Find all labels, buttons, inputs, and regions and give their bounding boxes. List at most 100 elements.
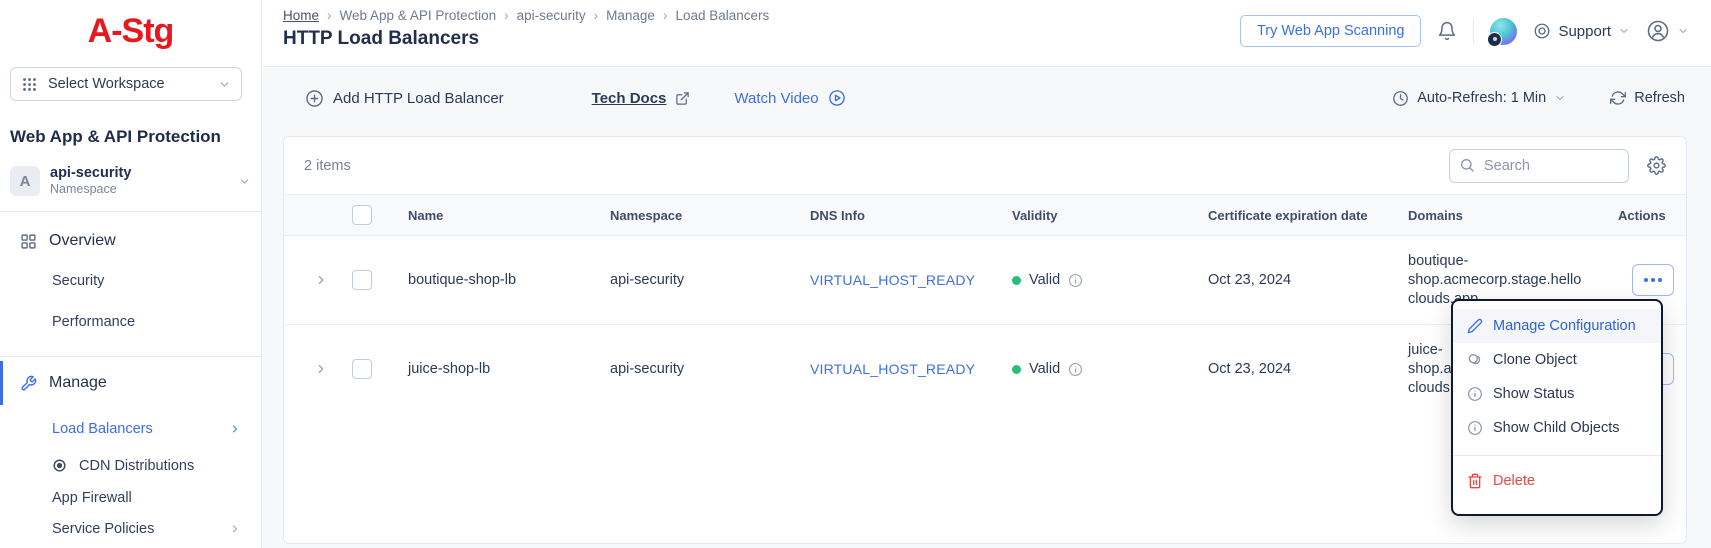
external-link-icon <box>675 91 690 106</box>
menu-item-show-status[interactable]: Show Status <box>1453 377 1661 411</box>
sidebar-item-load-balancers[interactable]: Load Balancers <box>0 409 261 449</box>
row-expander-icon[interactable] <box>314 273 352 287</box>
row-actions-context-menu: Manage Configuration Clone Object Show S… <box>1451 299 1663 516</box>
wrench-icon <box>20 375 37 392</box>
breadcrumb-item[interactable]: Load Balancers <box>675 8 769 23</box>
tech-docs-link[interactable]: Tech Docs <box>592 90 691 107</box>
search-icon <box>1459 157 1475 173</box>
refresh-button[interactable]: Refresh <box>1610 90 1685 106</box>
cell-dns-info-link[interactable]: VIRTUAL_HOST_READY <box>810 272 1012 288</box>
cell-validity: Valid <box>1012 272 1208 288</box>
cell-cert-expiration: Oct 23, 2024 <box>1208 272 1292 288</box>
clock-icon <box>1392 90 1409 107</box>
info-icon <box>1467 386 1483 402</box>
header-actions: Try Web App Scanning Support <box>1239 14 1689 48</box>
watch-video-label: Watch Video <box>734 89 819 107</box>
watch-video-link[interactable]: Watch Video <box>734 89 845 107</box>
namespace-avatar: A <box>10 166 40 196</box>
sidebar-item-performance[interactable]: Performance <box>0 301 261 342</box>
cell-namespace: api-security <box>610 361 685 377</box>
validity-label: Valid <box>1029 361 1061 377</box>
sidebar-divider <box>0 211 261 212</box>
menu-item-delete[interactable]: Delete <box>1453 464 1661 498</box>
sidebar-item-overview[interactable]: Overview <box>0 222 261 260</box>
menu-item-label: Delete <box>1493 473 1535 489</box>
breadcrumb-separator: › <box>593 8 599 23</box>
user-menu[interactable] <box>1646 19 1689 43</box>
cell-dns-info-link[interactable]: VIRTUAL_HOST_READY <box>810 361 1012 377</box>
sidebar-item-service-policies[interactable]: Service Policies <box>0 514 261 544</box>
workspace-sphere-icon[interactable] <box>1487 17 1518 47</box>
column-header-namespace[interactable]: Namespace <box>610 208 810 223</box>
refresh-icon <box>1610 90 1627 106</box>
breadcrumb-separator: › <box>504 8 509 23</box>
support-label: Support <box>1558 22 1611 40</box>
sphere-badge <box>1487 31 1503 47</box>
menu-item-show-child-objects[interactable]: Show Child Objects <box>1453 411 1661 445</box>
refresh-label: Refresh <box>1634 90 1685 106</box>
workspace-title: Web App & API Protection <box>10 127 221 146</box>
row-checkbox[interactable] <box>352 270 372 290</box>
column-header-actions: Actions <box>1618 207 1666 223</box>
add-button-label: Add HTTP Load Balancer <box>333 89 504 107</box>
menu-divider <box>1453 455 1661 456</box>
column-header-cert-expiration[interactable]: Certificate expiration date <box>1208 208 1408 223</box>
breadcrumb: Home › Web App & API Protection › api-se… <box>283 8 769 23</box>
breadcrumb-item[interactable]: Manage <box>606 8 655 23</box>
add-http-load-balancer-button[interactable]: Add HTTP Load Balancer <box>305 89 504 108</box>
column-header-name[interactable]: Name <box>408 208 610 223</box>
chevron-down-icon <box>238 175 251 188</box>
workspace-selector-label: Select Workspace <box>48 76 165 92</box>
toolbar: Add HTTP Load Balancer Tech Docs Watch V… <box>263 67 1711 129</box>
app-root: A-Stg Select Workspace Web App & API Pro… <box>0 0 1711 548</box>
sidebar-item-security[interactable]: Security <box>0 260 261 301</box>
active-section-indicator <box>0 361 3 405</box>
sidebar: A-Stg Select Workspace Web App & API Pro… <box>0 0 262 548</box>
items-count: 2 items <box>304 157 351 174</box>
gear-icon[interactable] <box>1647 156 1666 175</box>
chevron-right-icon <box>229 423 241 435</box>
row-actions-button[interactable] <box>1632 264 1674 296</box>
row-expander-icon[interactable] <box>314 362 352 376</box>
breadcrumb-item[interactable]: Web App & API Protection <box>340 8 497 23</box>
breadcrumb-item[interactable]: api-security <box>517 8 586 23</box>
sidebar-item-app-firewall[interactable]: App Firewall <box>0 482 261 514</box>
menu-item-label: Clone Object <box>1493 352 1577 368</box>
chevron-down-icon <box>1677 25 1689 37</box>
sidebar-nav: Overview Security Performance Manage Loa… <box>0 222 261 548</box>
menu-item-label: Show Status <box>1493 386 1575 402</box>
cell-validity: Valid <box>1012 361 1208 377</box>
cdn-icon <box>52 458 67 473</box>
try-web-app-scanning-button[interactable]: Try Web App Scanning <box>1239 15 1422 47</box>
breadcrumb-home[interactable]: Home <box>283 8 319 23</box>
sidebar-item-rate-limiter-policies[interactable]: Rate Limiter Policies <box>0 544 261 548</box>
column-header-dns-info[interactable]: DNS Info <box>810 208 1012 223</box>
menu-item-clone-object[interactable]: Clone Object <box>1453 343 1661 377</box>
header-divider <box>1473 19 1475 43</box>
menu-item-manage-configuration[interactable]: Manage Configuration <box>1453 309 1661 343</box>
info-icon[interactable] <box>1068 273 1083 288</box>
row-checkbox[interactable] <box>352 359 372 379</box>
sidebar-item-label: App Firewall <box>52 490 132 506</box>
search-input[interactable] <box>1449 148 1629 183</box>
valid-status-dot <box>1012 275 1021 285</box>
cell-name: juice-shop-lb <box>408 361 491 377</box>
pencil-icon <box>1467 318 1483 334</box>
column-header-domains[interactable]: Domains <box>1408 208 1618 223</box>
sidebar-item-manage[interactable]: Manage <box>0 357 261 409</box>
user-avatar-icon <box>1646 19 1670 43</box>
auto-refresh-dropdown[interactable]: Auto-Refresh: 1 Min <box>1392 90 1566 107</box>
info-icon[interactable] <box>1068 362 1083 377</box>
workspace-selector[interactable]: Select Workspace <box>10 67 242 101</box>
support-menu[interactable]: Support <box>1533 22 1630 40</box>
sidebar-item-label: Load Balancers <box>52 421 153 437</box>
support-icon <box>1533 22 1551 40</box>
namespace-sublabel: Namespace <box>50 182 117 196</box>
namespace-selector[interactable]: A api-security Namespace <box>10 165 251 197</box>
select-all-checkbox[interactable] <box>352 205 372 225</box>
page-header: Home › Web App & API Protection › api-se… <box>263 0 1711 67</box>
sidebar-item-cdn-distributions[interactable]: CDN Distributions <box>0 449 261 482</box>
bell-icon[interactable] <box>1437 21 1457 41</box>
column-header-validity[interactable]: Validity <box>1012 208 1208 223</box>
breadcrumb-separator: › <box>327 8 332 23</box>
